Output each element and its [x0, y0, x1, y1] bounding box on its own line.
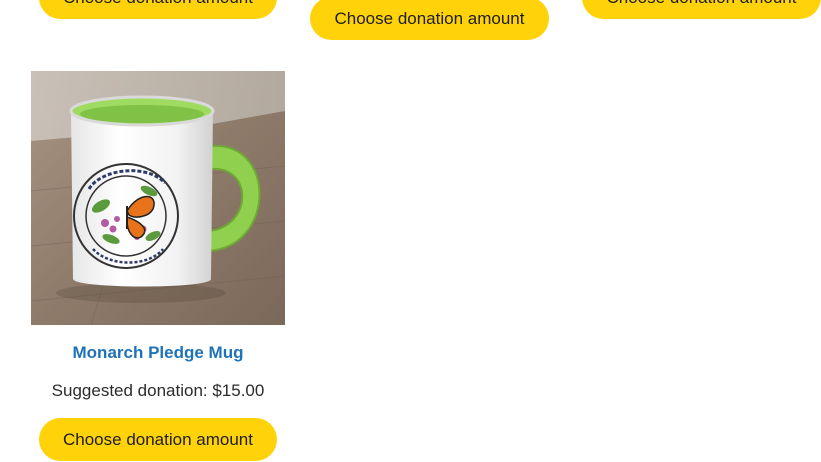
mug-photo-icon [31, 71, 285, 325]
choose-donation-button[interactable]: Choose donation amount [582, 0, 821, 19]
choose-donation-button[interactable]: Choose donation amount [310, 0, 549, 40]
choose-donation-button[interactable]: Choose donation amount [39, 0, 277, 19]
product-image[interactable] [31, 71, 285, 325]
choose-donation-button[interactable]: Choose donation amount [39, 418, 277, 461]
product-grid: Choose donation amount Choose donation a… [0, 0, 821, 462]
product-price: Suggested donation: $15.00 [51, 381, 265, 400]
product-title-link[interactable]: Monarch Pledge Mug [31, 343, 285, 363]
